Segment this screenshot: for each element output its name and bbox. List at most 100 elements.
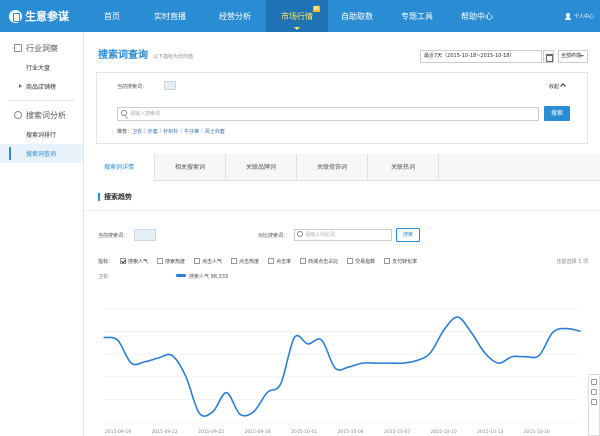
trend-chart: 卫衣 搜索人气 98,333 2015-09-19 2015-09-22 2015-09… bbox=[84, 272, 600, 436]
tab-related-search[interactable]: 相关搜索词 bbox=[155, 154, 226, 181]
data-point bbox=[579, 330, 581, 332]
feedback-icon[interactable] bbox=[591, 379, 597, 385]
tab-search-detail[interactable]: 搜索词详情 bbox=[84, 154, 155, 182]
nav-self-service[interactable]: 自助取数 bbox=[328, 0, 386, 32]
legend-label: 搜索人气 98,333 bbox=[189, 273, 228, 280]
data-point bbox=[429, 352, 431, 354]
data-point bbox=[280, 383, 282, 385]
share-icon[interactable] bbox=[591, 389, 597, 395]
data-point bbox=[334, 367, 336, 369]
tab-related-modifier[interactable]: 关联修饰词 bbox=[297, 154, 368, 181]
compare-input[interactable]: 请输入对比词 bbox=[294, 229, 392, 241]
data-point bbox=[348, 366, 350, 368]
compare-current-tag bbox=[134, 229, 156, 241]
sidebar-group-industry: 行业洞察 bbox=[0, 38, 83, 58]
metric-mall-click-share[interactable]: 商城点击占比 bbox=[300, 258, 338, 265]
data-point bbox=[511, 356, 513, 358]
metric-click-rate[interactable]: 点击率 bbox=[268, 258, 291, 265]
checkbox[interactable] bbox=[231, 258, 238, 264]
data-point bbox=[538, 354, 540, 357]
data-point bbox=[239, 413, 241, 415]
sidebar-item-product-shop-rank[interactable]: 商品店铺榜 bbox=[0, 77, 83, 96]
sidebar-item-industry-overview[interactable]: 行业大盘 bbox=[0, 58, 83, 77]
checkbox[interactable] bbox=[347, 258, 354, 264]
logo[interactable]: 生意参谋 bbox=[0, 8, 88, 24]
x-tick-label: 2015-09-25 bbox=[198, 429, 224, 435]
search-icon bbox=[297, 231, 303, 237]
data-point bbox=[293, 336, 295, 339]
nav-home[interactable]: 首页 bbox=[88, 0, 136, 32]
top-icon[interactable] bbox=[591, 399, 597, 405]
data-point bbox=[497, 362, 499, 364]
suggest-term[interactable]: 风士外套 bbox=[205, 128, 225, 135]
metric-click-heat[interactable]: 点击热度 bbox=[231, 258, 259, 265]
checkbox[interactable] bbox=[194, 258, 201, 264]
nav-market[interactable]: 市场行情 新 bbox=[266, 0, 328, 32]
sidebar-item-search-rank[interactable]: 搜索词排行 bbox=[0, 125, 83, 144]
nav-operation-analysis[interactable]: 经营分析 bbox=[204, 0, 266, 32]
page-title: 搜索词查询 bbox=[98, 50, 148, 61]
search-input[interactable]: 请输入搜索词 bbox=[117, 107, 539, 121]
data-point bbox=[565, 327, 567, 330]
data-point bbox=[198, 412, 200, 414]
x-tick-label: 2015-10-10 bbox=[431, 429, 457, 435]
checkbox[interactable] bbox=[300, 258, 307, 264]
calendar-icon[interactable] bbox=[543, 50, 554, 63]
data-point bbox=[130, 362, 132, 364]
x-tick-label: 2015-10-04 bbox=[338, 429, 364, 435]
trend-chart-svg: 卫衣 搜索人气 98,333 2015-09-19 2015-09-22 2015-09… bbox=[98, 273, 581, 435]
checkbox[interactable] bbox=[157, 258, 164, 264]
sidebar: 行业洞察 行业大盘 商品店铺榜 搜索词分析 搜索词排行 搜索词查询 bbox=[0, 32, 84, 436]
metric-click-popularity[interactable]: 点击人气 bbox=[194, 258, 222, 265]
metric-search-popularity[interactable]: 搜索人气 bbox=[120, 258, 148, 265]
data-point bbox=[171, 354, 173, 357]
terminal-select[interactable]: 全部终端 bbox=[558, 50, 588, 63]
nav-realtime[interactable]: 实时直播 bbox=[136, 0, 204, 32]
top-navigation: 生意参谋 首页 实时直播 经营分析 市场行情 新 自助取数 专题工具 帮助中心 … bbox=[0, 0, 600, 32]
data-point bbox=[389, 362, 391, 364]
section-divider bbox=[84, 210, 600, 211]
x-tick-label: 2015-10-13 bbox=[477, 429, 503, 435]
x-tick-label: 2015-09-19 bbox=[105, 429, 131, 435]
user-menu[interactable]: 个人中心 bbox=[564, 0, 594, 32]
search-icon bbox=[121, 110, 127, 116]
date-range-select[interactable]: 最近7天（2015-10-18~2015-10-18） bbox=[420, 50, 542, 63]
legend-swatch bbox=[176, 274, 186, 277]
filter-panel: 当前搜索词： 收起 请输入搜索词 搜索 推荐： 卫衣 | 外套 | 针织衫 | 牛仔裤… bbox=[96, 72, 588, 144]
metric-trade-index[interactable]: 交易指数 bbox=[347, 258, 375, 265]
selection-limit: 还能选择 1 项 bbox=[556, 259, 588, 265]
section-title: 搜索趋势 bbox=[98, 193, 132, 201]
data-point bbox=[212, 411, 214, 413]
data-point bbox=[185, 375, 187, 377]
suggest-term[interactable]: 卫衣 bbox=[132, 128, 142, 135]
tab-related-hot[interactable]: 关联热词 bbox=[368, 154, 439, 181]
suggest-term[interactable]: 外套 bbox=[148, 128, 158, 135]
compare-current-label: 当前搜索词： bbox=[98, 233, 129, 239]
caret-right-icon bbox=[19, 84, 22, 88]
checkbox[interactable] bbox=[384, 258, 391, 264]
checkbox[interactable] bbox=[268, 258, 275, 264]
search-button[interactable]: 搜索 bbox=[544, 106, 570, 121]
chevron-down-icon bbox=[294, 27, 300, 30]
data-point bbox=[484, 352, 486, 354]
suggest-term[interactable]: 牛仔裤 bbox=[184, 128, 199, 135]
logo-icon bbox=[9, 9, 22, 23]
metric-selector: 指标： 搜索人气 搜索热度 点击人气 点击热度 点击率 商城点击占比 交易指数 … bbox=[98, 258, 588, 265]
tab-related-brand[interactable]: 关联品牌词 bbox=[226, 154, 297, 181]
x-tick-label: 2015-10-16 bbox=[524, 429, 550, 435]
y-axis-label: 卫衣 bbox=[98, 273, 108, 280]
checkbox[interactable] bbox=[120, 258, 126, 264]
suggest-term[interactable]: 针织衫 bbox=[163, 128, 178, 135]
metric-search-heat[interactable]: 搜索热度 bbox=[157, 258, 185, 265]
floating-toolbar bbox=[588, 374, 600, 436]
data-point bbox=[253, 411, 255, 413]
metric-pay-conversion[interactable]: 支付转化率 bbox=[384, 258, 417, 265]
logo-text: 生意参谋 bbox=[25, 10, 69, 23]
page-header: 搜索词查询 以下指标为日均值 bbox=[98, 46, 193, 61]
compare-search-button[interactable]: 搜索 bbox=[396, 228, 420, 242]
data-point bbox=[103, 336, 105, 339]
nav-help[interactable]: 帮助中心 bbox=[448, 0, 506, 32]
nav-topic-tools[interactable]: 专题工具 bbox=[386, 0, 448, 32]
sidebar-item-search-query[interactable]: 搜索词查询 bbox=[0, 144, 83, 163]
collapse-toggle[interactable]: 收起 bbox=[549, 83, 559, 90]
